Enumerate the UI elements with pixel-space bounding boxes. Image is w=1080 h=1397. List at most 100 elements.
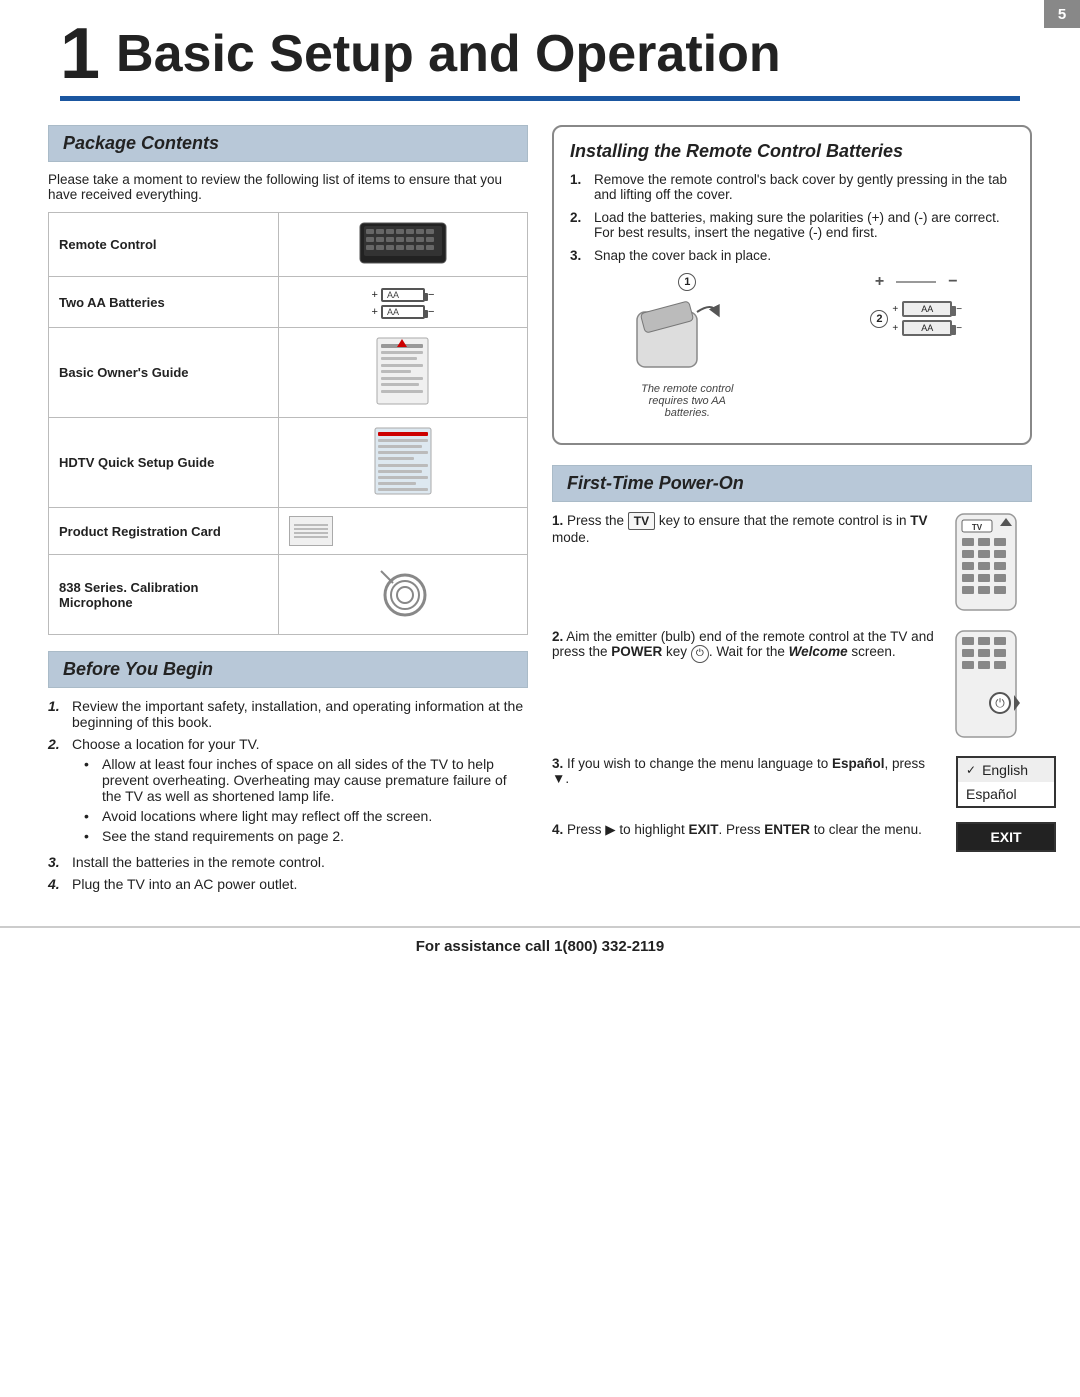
step-number: 3.: [570, 248, 588, 263]
first-time-power-on-heading: First-Time Power-On: [552, 465, 1032, 502]
microphone-icon: [373, 563, 433, 623]
package-table: Remote Control: [48, 212, 528, 635]
power-step-1: 1. Press the TV key to ensure that the r…: [552, 512, 1032, 615]
power-step-4: 4. Press ▶ to highlight EXIT. Press ENTE…: [552, 822, 1032, 852]
step-number: 1.: [48, 698, 66, 730]
page-number: 5: [1044, 0, 1080, 28]
lang-english: ✓ English: [958, 758, 1054, 782]
bullet-dot: •: [84, 756, 96, 804]
diagram-step2: 2: [870, 310, 888, 328]
right-column: Installing the Remote Control Batteries …: [552, 125, 1032, 898]
battery-diagram: 1 The: [570, 273, 1014, 419]
bullet-item: • Avoid locations where light may reflec…: [84, 808, 528, 824]
diagram-note: The remote control requires two AA batte…: [632, 383, 742, 419]
power-step-2-text: 2. Aim the emitter (bulb) end of the rem…: [552, 629, 942, 663]
remote-tv-mode-image: TV: [952, 512, 1032, 615]
power-step-2: 2. Aim the emitter (bulb) end of the rem…: [552, 629, 1032, 742]
install-steps-list: 1. Remove the remote control's back cove…: [570, 172, 1014, 263]
item-name-guide: Basic Owner's Guide: [49, 328, 279, 418]
first-time-power-on-section: First-Time Power-On 1. Press the TV key …: [552, 465, 1032, 852]
main-content: Package Contents Please take a moment to…: [0, 101, 1080, 898]
install-step: 1. Remove the remote control's back cove…: [570, 172, 1014, 202]
before-you-begin-list: 1. Review the important safety, installa…: [48, 698, 528, 892]
item-img-mic: [278, 555, 527, 635]
remote-back-cover-diagram: [627, 297, 747, 377]
step-number: 2.: [48, 736, 66, 848]
item-name-hdtv: HDTV Quick Setup Guide: [49, 418, 279, 508]
power-step-3-text: 3. If you wish to change the menu langua…: [552, 756, 942, 786]
bullet-item: • Allow at least four inches of space on…: [84, 756, 528, 804]
power-key-symbol: ⏻: [691, 645, 709, 663]
svg-text:TV: TV: [972, 523, 983, 532]
table-row: Remote Control: [49, 213, 528, 277]
step-text: Remove the remote control's back cover b…: [594, 172, 1014, 202]
list-item: 1. Review the important safety, installa…: [48, 698, 528, 730]
package-contents-intro: Please take a moment to review the follo…: [48, 172, 528, 202]
footer-bar: For assistance call 1(800) 332-2119: [0, 926, 1080, 965]
step-number: 1.: [570, 172, 588, 202]
step-text: Snap the cover back in place.: [594, 248, 771, 263]
exit-menu-image: EXIT: [952, 822, 1032, 852]
minus-symbol: −: [948, 273, 957, 291]
step-num: 4.: [552, 822, 563, 837]
step-num: 3.: [552, 756, 563, 771]
package-contents-heading: Package Contents: [48, 125, 528, 162]
table-row: Basic Owner's Guide: [49, 328, 528, 418]
checkmark-icon: ✓: [966, 763, 976, 777]
installing-batteries-section: Installing the Remote Control Batteries …: [552, 125, 1032, 445]
item-name-mic: 838 Series. Calibration Microphone: [49, 555, 279, 635]
table-row: HDTV Quick Setup Guide: [49, 418, 528, 508]
list-item: 2. Choose a location for your TV. • Allo…: [48, 736, 528, 848]
exit-menu: EXIT: [956, 822, 1056, 852]
exit-label: EXIT: [958, 824, 1054, 850]
bullet-dot: •: [84, 808, 96, 824]
item-img-remote: [278, 213, 527, 277]
lang-espanol: Español: [958, 782, 1054, 806]
step-text: Plug the TV into an AC power outlet.: [72, 876, 297, 892]
list-item: 4. Plug the TV into an AC power outlet.: [48, 876, 528, 892]
installing-batteries-heading: Installing the Remote Control Batteries: [570, 141, 1014, 162]
item-img-batteries: + AA − + AA −: [278, 277, 527, 328]
chapter-header: 1 Basic Setup and Operation: [0, 0, 1080, 90]
chapter-title: Basic Setup and Operation: [116, 28, 781, 80]
table-row: Product Registration Card: [49, 508, 528, 555]
item-img-card: [278, 508, 527, 555]
bullet-text: Avoid locations where light may reflect …: [102, 808, 432, 824]
hdtv-guide-icon: [373, 426, 433, 496]
item-img-guide: [278, 328, 527, 418]
svg-text:⏻: ⏻: [995, 696, 1005, 710]
power-step-1-text: 1. Press the TV key to ensure that the r…: [552, 512, 942, 545]
diagram-step1: 1: [678, 273, 696, 291]
before-you-begin-heading: Before You Begin: [48, 651, 528, 688]
bullet-list: • Allow at least four inches of space on…: [72, 756, 528, 844]
bullet-text: See the stand requirements on page 2.: [102, 828, 344, 844]
remote-tv-sketch: TV: [952, 512, 1020, 612]
remote-power-image: ⏻: [952, 629, 1032, 742]
remote-control-icon: [358, 221, 448, 265]
chapter-number: 1: [60, 18, 100, 90]
english-label: English: [982, 762, 1028, 778]
bullet-text: Allow at least four inches of space on a…: [102, 756, 528, 804]
before-you-begin-section: Before You Begin 1. Review the important…: [48, 651, 528, 892]
table-row: 838 Series. Calibration Microphone: [49, 555, 528, 635]
list-item: 3. Install the batteries in the remote c…: [48, 854, 528, 870]
espanol-label: Español: [966, 786, 1017, 802]
item-name-batteries: Two AA Batteries: [49, 277, 279, 328]
step-num: 1.: [552, 513, 563, 528]
remote-power-sketch: ⏻: [952, 629, 1020, 739]
step-number: 4.: [48, 876, 66, 892]
install-step: 3. Snap the cover back in place.: [570, 248, 1014, 263]
step-num: 2.: [552, 629, 563, 644]
step-number: 3.: [48, 854, 66, 870]
item-name-card: Product Registration Card: [49, 508, 279, 555]
bullet-item: • See the stand requirements on page 2.: [84, 828, 528, 844]
power-step-3: 3. If you wish to change the menu langua…: [552, 756, 1032, 808]
step-number: 2.: [570, 210, 588, 240]
step-text: Load the batteries, making sure the pola…: [594, 210, 1014, 240]
left-column: Package Contents Please take a moment to…: [48, 125, 528, 898]
owners-guide-icon: [375, 336, 430, 406]
tv-key: TV: [628, 512, 655, 530]
language-menu-image: ✓ English Español: [952, 756, 1032, 808]
item-img-hdtv: [278, 418, 527, 508]
power-step-4-text: 4. Press ▶ to highlight EXIT. Press ENTE…: [552, 822, 942, 838]
